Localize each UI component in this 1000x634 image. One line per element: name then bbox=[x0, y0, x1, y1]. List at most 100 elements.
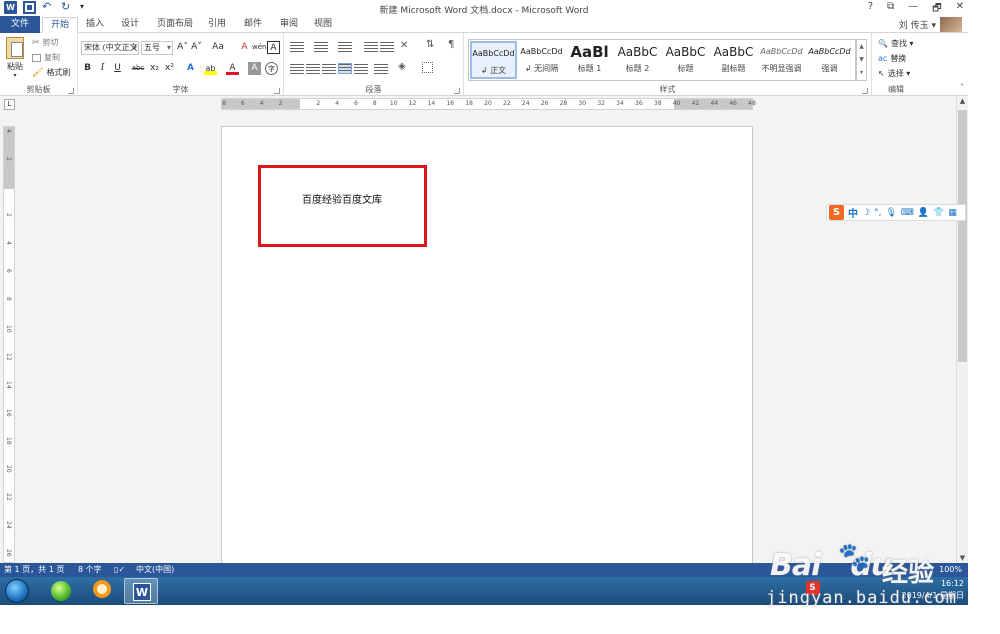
tab-design[interactable]: 设计 bbox=[114, 17, 146, 33]
collapse-ribbon-icon[interactable]: ˄ bbox=[960, 83, 964, 92]
style-title[interactable]: AaBbC 标题 bbox=[662, 41, 709, 79]
strikethrough-button[interactable]: abc bbox=[130, 62, 146, 75]
highlight-button[interactable]: ab bbox=[204, 62, 217, 75]
style-sample: AaBbCcDd bbox=[760, 47, 803, 56]
distributed-icon[interactable] bbox=[354, 64, 368, 75]
line-spacing-icon[interactable] bbox=[374, 64, 388, 75]
sogou-logo-icon[interactable]: S bbox=[829, 205, 844, 220]
scroll-up-icon[interactable]: ▲ bbox=[957, 96, 968, 106]
multilevel-list-icon[interactable] bbox=[338, 42, 352, 53]
change-case-button[interactable]: Aa bbox=[208, 41, 228, 54]
style-normal[interactable]: AaBbCcDd ↲ 正文 bbox=[470, 41, 517, 79]
document-page[interactable]: 百度经验百度文库 bbox=[221, 126, 753, 563]
superscript-button[interactable]: x² bbox=[163, 62, 176, 75]
taskbar-browser[interactable] bbox=[44, 578, 78, 604]
text-effects-button[interactable]: A bbox=[184, 62, 197, 75]
ime-mode-toggle[interactable]: 中 bbox=[848, 205, 858, 220]
vertical-ruler[interactable]: 4 2 2 4 6 8 10 12 14 16 18 20 22 24 26 bbox=[3, 126, 15, 563]
paste-dropdown-icon[interactable]: ▾ bbox=[4, 72, 26, 79]
keyboard-icon[interactable]: ⌨ bbox=[901, 208, 914, 218]
subscript-button[interactable]: x₂ bbox=[148, 62, 161, 75]
ruler-tick: 14 bbox=[427, 100, 436, 107]
start-button[interactable] bbox=[5, 579, 29, 603]
phonetic-guide-button[interactable]: wén bbox=[252, 41, 266, 54]
clipboard-launcher-icon[interactable] bbox=[68, 88, 74, 94]
style-heading-2[interactable]: AaBbC 标题 2 bbox=[614, 41, 661, 79]
decrease-indent-icon[interactable] bbox=[364, 42, 378, 53]
font-size-select[interactable]: 五号 bbox=[141, 41, 173, 55]
ruler-tick: 6 bbox=[354, 100, 358, 107]
character-shading-button[interactable]: A bbox=[248, 62, 261, 75]
underline-button[interactable]: U bbox=[111, 62, 124, 75]
align-right-icon[interactable] bbox=[322, 64, 336, 75]
styles-gallery-scroll[interactable]: ▲ ▼ ▾ bbox=[856, 39, 867, 81]
find-button[interactable]: 🔍 查找 ▾ bbox=[878, 38, 914, 49]
character-border-button[interactable]: A bbox=[267, 41, 280, 54]
tab-home[interactable]: 开始 bbox=[42, 17, 78, 33]
style-subtle-emphasis[interactable]: AaBbCcDd 不明显强调 bbox=[758, 41, 805, 79]
italic-button[interactable]: I bbox=[96, 62, 109, 75]
user-icon[interactable]: 👤 bbox=[918, 208, 929, 218]
punctuation-icon[interactable]: °, bbox=[874, 208, 881, 218]
font-launcher-icon[interactable] bbox=[274, 88, 280, 94]
style-subtitle[interactable]: AaBbC 副标题 bbox=[710, 41, 757, 79]
tab-references[interactable]: 引用 bbox=[202, 17, 232, 33]
select-button[interactable]: ↖ 选择 ▾ bbox=[878, 68, 910, 79]
grow-font-button[interactable]: A˄ bbox=[176, 41, 189, 54]
font-name-select[interactable]: 宋体 (中文正文) bbox=[81, 41, 139, 55]
user-name[interactable]: 刘 传玉 ▾ bbox=[899, 18, 936, 31]
numbering-icon[interactable] bbox=[314, 42, 328, 53]
align-left-icon[interactable] bbox=[290, 64, 304, 75]
clear-formatting-button[interactable]: A bbox=[238, 41, 251, 54]
font-color-button[interactable]: A bbox=[226, 62, 239, 75]
sort-icon[interactable]: ⇅ bbox=[426, 39, 440, 50]
scroll-thumb[interactable] bbox=[958, 110, 967, 362]
taskbar-word[interactable]: W bbox=[124, 578, 158, 604]
style-emphasis[interactable]: AaBbCcDd 强调 bbox=[806, 41, 853, 79]
microphone-icon[interactable]: 🎙 bbox=[885, 208, 896, 218]
borders-icon[interactable] bbox=[422, 62, 433, 73]
format-painter-button[interactable]: 🖌 格式刷 bbox=[32, 67, 70, 78]
vertical-scrollbar[interactable]: ▲ ▼ bbox=[956, 96, 968, 563]
taskbar-search-app[interactable] bbox=[86, 578, 120, 604]
language-indicator[interactable]: 中文(中国) bbox=[136, 563, 174, 577]
style-no-spacing[interactable]: AaBbCcDd ↲ 无间隔 bbox=[518, 41, 565, 79]
tab-view[interactable]: 视图 bbox=[308, 17, 338, 33]
show-marks-icon[interactable]: ¶ bbox=[448, 39, 462, 50]
justify-icon[interactable] bbox=[338, 63, 352, 74]
paste-button[interactable]: 粘贴 ▾ bbox=[4, 37, 26, 79]
paragraph-launcher-icon[interactable] bbox=[454, 88, 460, 94]
document-text[interactable]: 百度经验百度文库 bbox=[302, 191, 382, 206]
enclose-characters-button[interactable]: 字 bbox=[265, 62, 278, 75]
bullets-icon[interactable] bbox=[290, 42, 304, 53]
cut-button[interactable]: ✂ 剪切 bbox=[32, 37, 59, 48]
align-center-icon[interactable] bbox=[306, 64, 320, 75]
tab-file[interactable]: 文件 bbox=[0, 16, 40, 33]
shading-icon[interactable]: ◈ bbox=[398, 61, 412, 72]
proofing-icon[interactable]: ▯✓ bbox=[114, 563, 125, 577]
chinese-layout-icon[interactable]: ✕ bbox=[400, 40, 414, 51]
user-account[interactable]: 刘 传玉 ▾ bbox=[899, 17, 962, 32]
ruler-tick: 36 bbox=[635, 100, 643, 107]
tab-insert[interactable]: 插入 bbox=[80, 17, 110, 33]
bold-button[interactable]: B bbox=[81, 62, 94, 75]
styles-group-label: 样式 bbox=[659, 85, 676, 94]
toolbox-icon[interactable]: ▦ bbox=[948, 208, 957, 218]
styles-launcher-icon[interactable] bbox=[862, 88, 868, 94]
tab-page-layout[interactable]: 页面布局 bbox=[150, 17, 200, 33]
replace-button[interactable]: ac 替换 bbox=[878, 53, 906, 64]
tab-mailings[interactable]: 邮件 bbox=[238, 17, 268, 33]
tab-review[interactable]: 审阅 bbox=[274, 17, 304, 33]
skin-icon[interactable]: 👕 bbox=[933, 208, 944, 218]
word-count[interactable]: 8 个字 bbox=[78, 563, 102, 577]
page-count[interactable]: 第 1 页，共 1 页 bbox=[4, 563, 64, 577]
avatar[interactable] bbox=[940, 17, 962, 32]
moon-icon[interactable]: ☽ bbox=[862, 208, 870, 218]
tab-stop-selector[interactable]: L bbox=[4, 99, 15, 110]
ruler-tick: 4 bbox=[335, 100, 340, 107]
horizontal-ruler[interactable]: 8 6 4 2 2 4 6 8 10 12 14 16 18 20 22 24 26 28 30 32 34 36 38 40… bbox=[221, 98, 756, 110]
shrink-font-button[interactable]: A˅ bbox=[190, 41, 203, 54]
copy-button[interactable]: 复制 bbox=[32, 52, 60, 63]
increase-indent-icon[interactable] bbox=[380, 42, 394, 53]
style-heading-1[interactable]: AaBl 标题 1 bbox=[566, 41, 613, 79]
